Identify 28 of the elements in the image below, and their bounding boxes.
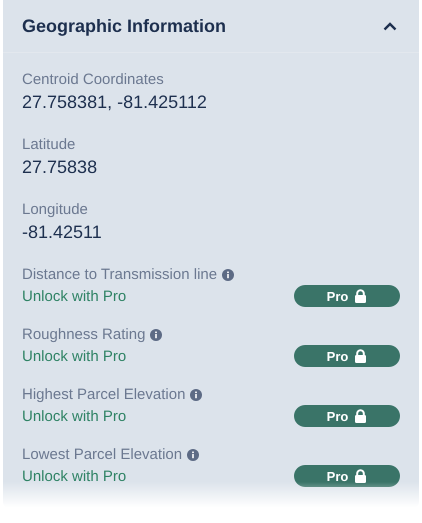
field-label: Longitude xyxy=(22,201,89,218)
chevron-icon[interactable] xyxy=(383,22,397,30)
info-icon[interactable] xyxy=(187,448,200,460)
field-label: Roughness Rating xyxy=(22,326,146,343)
field-label: Centroid Coordinates xyxy=(22,71,165,88)
pro-button[interactable]: Pro xyxy=(294,465,400,487)
pro-button[interactable]: Pro xyxy=(294,405,400,427)
lock-icon xyxy=(354,469,368,483)
field-value: -81.42511 xyxy=(22,222,103,243)
info-icon[interactable] xyxy=(190,388,202,400)
unlock-link[interactable]: Unlock with Pro xyxy=(22,288,126,304)
field-label: Highest Parcel Elevation xyxy=(22,386,186,403)
field-value: 27.758381, -81.425112 xyxy=(22,92,208,113)
lock-icon xyxy=(354,409,368,423)
field-label: Distance to Transmission line xyxy=(22,266,218,283)
unlock-link[interactable]: Unlock with Pro xyxy=(22,348,126,364)
pro-button[interactable]: Pro xyxy=(294,285,400,307)
lock-icon xyxy=(354,349,368,363)
pro-button[interactable]: Pro xyxy=(294,345,400,367)
field-value: 27.75838 xyxy=(22,157,98,178)
info-icon[interactable] xyxy=(150,328,162,340)
info-icon[interactable] xyxy=(222,268,234,280)
field-label: Lowest Parcel Elevation xyxy=(22,446,182,463)
lock-icon xyxy=(354,289,368,303)
unlock-link[interactable]: Unlock with Pro xyxy=(22,468,126,484)
panel-title: Geographic Information xyxy=(22,16,226,36)
field-label: Latitude xyxy=(22,136,76,153)
unlock-link[interactable]: Unlock with Pro xyxy=(22,408,126,424)
